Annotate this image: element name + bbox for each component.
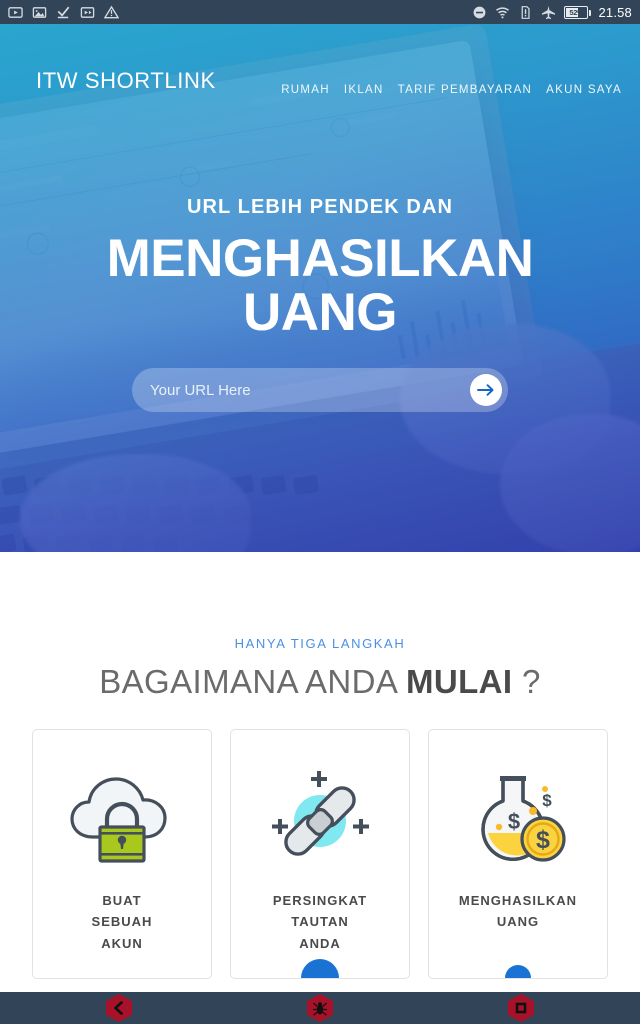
money-flask-icon: $ $ $ bbox=[458, 764, 578, 874]
step-card-title: MENGHASILKAN UANG bbox=[458, 893, 578, 930]
step-card-menghasilkan-uang[interactable]: $ $ $ MENGHASILKAN UANG bbox=[428, 729, 608, 979]
hero-headline-line1: MENGHASILKAN bbox=[106, 229, 534, 288]
site-brand-logo[interactable]: ITW SHORTLINK bbox=[36, 68, 216, 94]
arrow-right-icon bbox=[477, 384, 494, 396]
video-icon bbox=[8, 6, 23, 18]
nav-item-akun-saya[interactable]: AKUN SAYA bbox=[546, 84, 622, 96]
square-recents-icon bbox=[515, 1002, 527, 1014]
image-icon bbox=[32, 6, 47, 18]
url-submit-button[interactable] bbox=[470, 374, 502, 406]
nav-item-tarif-pembayaran[interactable]: TARIF PEMBAYARAN bbox=[398, 84, 533, 96]
step-cards: BUAT SEBUAH AKUN PERSINGKAT TAUTAN ANDA … bbox=[0, 729, 640, 979]
hero-section: ITW SHORTLINK RUMAH IKLAN TARIF PEMBAYAR… bbox=[0, 24, 640, 552]
step-card-title: BUAT SEBUAH AKUN bbox=[91, 893, 153, 951]
step-card-cta-button[interactable] bbox=[301, 959, 339, 978]
nav-back-button[interactable] bbox=[106, 994, 132, 1022]
status-bar-clock: 21.58 bbox=[598, 4, 632, 20]
url-input[interactable] bbox=[150, 381, 470, 399]
step-card-buat-sebuah-akun[interactable]: BUAT SEBUAH AKUN bbox=[32, 729, 212, 979]
step-card-persingkat-tautan-anda[interactable]: PERSINGKAT TAUTAN ANDA bbox=[230, 729, 410, 979]
screenshot-icon bbox=[80, 6, 95, 18]
sim-card-icon bbox=[522, 5, 531, 19]
nav-recents-button[interactable] bbox=[508, 994, 534, 1022]
steps-title-normal: BAGAIMANA ANDA bbox=[99, 663, 406, 700]
download-complete-icon bbox=[57, 6, 70, 18]
battery-icon: 52% bbox=[564, 5, 592, 19]
hero-headline-line2: UANG bbox=[242, 283, 398, 343]
battery-percent-label: 52% bbox=[569, 7, 584, 17]
steps-section: HANYA TIGA LANGKAH BAGAIMANA ANDA MULAI … bbox=[0, 552, 640, 992]
svg-text:$: $ bbox=[542, 791, 552, 810]
svg-text:$: $ bbox=[536, 826, 550, 854]
top-navigation: RUMAH IKLAN TARIF PEMBAYARAN AKUN SAYA bbox=[281, 84, 622, 96]
nav-home-button[interactable] bbox=[307, 994, 333, 1022]
do-not-disturb-icon bbox=[474, 6, 486, 18]
hero-content: ITW SHORTLINK RUMAH IKLAN TARIF PEMBAYAR… bbox=[0, 24, 640, 552]
step-card-cta-button[interactable] bbox=[505, 965, 531, 978]
svg-text:$: $ bbox=[508, 809, 520, 834]
steps-kicker: HANYA TIGA LANGKAH bbox=[234, 636, 406, 651]
status-bar-right-icons: 52% 21.58 bbox=[472, 5, 632, 20]
steps-title-suffix: ? bbox=[512, 663, 541, 700]
hero-kicker: URL LEBIH PENDEK DAN bbox=[186, 196, 454, 218]
steps-title-bold: MULAI bbox=[405, 663, 513, 700]
status-bar: 52% 21.58 bbox=[0, 0, 640, 24]
steps-title: BAGAIMANA ANDA MULAI ? bbox=[0, 663, 640, 701]
warning-icon bbox=[104, 5, 119, 18]
status-bar-left-icons bbox=[8, 5, 119, 20]
wifi-icon bbox=[496, 6, 510, 18]
screen-root: 52% 21.58 ITW SHORTLINK RUMAH IKLAN TARI… bbox=[0, 0, 640, 1024]
step-card-title: PERSINGKAT TAUTAN ANDA bbox=[272, 893, 368, 951]
nav-item-iklan[interactable]: IKLAN bbox=[344, 84, 384, 96]
airplane-mode-icon bbox=[542, 5, 556, 19]
android-navigation-bar bbox=[0, 992, 640, 1024]
url-shorten-form bbox=[132, 368, 508, 412]
bug-home-icon bbox=[313, 1001, 327, 1015]
back-chevron-icon bbox=[114, 1001, 123, 1015]
nav-item-rumah[interactable]: RUMAH bbox=[281, 84, 330, 96]
hero-headline: MENGHASILKAN UANG bbox=[0, 229, 640, 343]
chain-link-icon bbox=[260, 764, 380, 874]
cloud-lock-icon bbox=[62, 764, 182, 874]
